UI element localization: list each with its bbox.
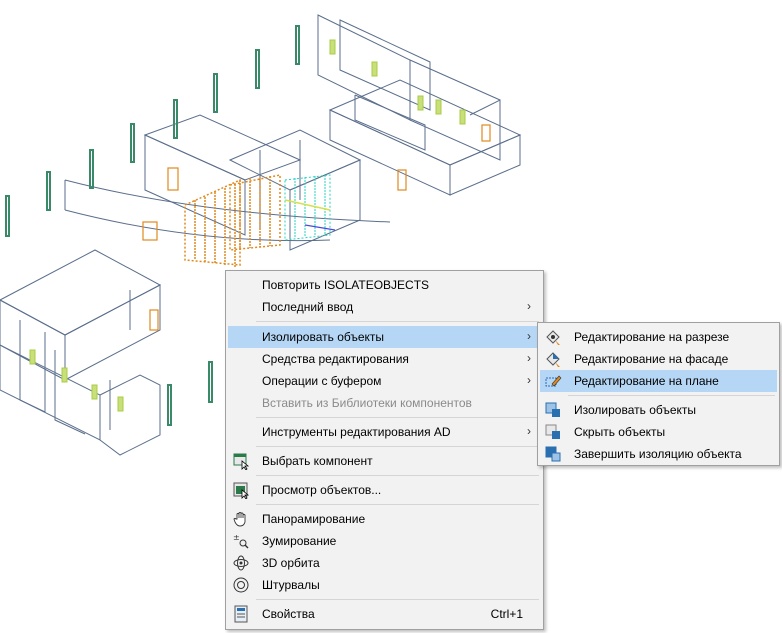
menu-item-label: 3D орбита [262,556,320,570]
menu-item-repeat-isolateobjects[interactable]: Повторить ISOLATEOBJECTS [228,274,541,296]
menu-item-label: Завершить изоляцию объекта [574,447,742,461]
menu-item-select-component[interactable]: Выбрать компонент [228,450,541,472]
menu-item-label: Повторить ISOLATEOBJECTS [262,278,430,292]
isolate-objects-icon [545,402,560,417]
menu-item-ad-editing-tools[interactable]: Инструменты редактирования AD › [228,421,541,443]
menu-item-label: Инструменты редактирования AD [262,425,451,439]
isolate-objects-submenu: Редактирование на разрезе Редактирование… [537,322,780,466]
menu-item-recent-input[interactable]: Последний ввод › [228,296,541,318]
submenu-arrow-icon: › [527,299,531,313]
menu-item-label: Операции с буфером [262,374,382,388]
menu-item-label: Редактирование на разрезе [574,330,730,344]
menu-item-isolate-objects[interactable]: Изолировать объекты › [228,326,541,348]
shortcut-label: Ctrl+1 [490,607,523,621]
submenu-item-isolate-objects[interactable]: Изолировать объекты [540,399,777,421]
menu-separator [256,321,539,322]
end-isolation-icon [545,446,561,462]
menu-item-clipboard-operations[interactable]: Операции с буфером › [228,370,541,392]
menu-separator [256,446,539,447]
menu-separator [256,475,539,476]
properties-icon [234,605,248,623]
menu-item-label: Средства редактирования [262,352,409,366]
menu-item-label: Зумирование [262,534,337,548]
submenu-arrow-icon: › [527,424,531,438]
svg-text:±: ± [233,533,240,542]
menu-item-steering-wheels[interactable]: Штурвалы [228,574,541,596]
menu-item-3d-orbit[interactable]: 3D орбита [228,552,541,574]
menu-separator [256,504,539,505]
select-component-icon [233,453,250,470]
menu-item-label: Вставить из Библиотеки компонентов [262,396,472,410]
menu-item-zoom[interactable]: ± Зумирование [228,530,541,552]
context-menu: Повторить ISOLATEOBJECTS Последний ввод … [225,270,544,630]
menu-item-label: Изолировать объекты [574,403,697,417]
submenu-item-hide-objects[interactable]: Скрыть объекты [540,421,777,443]
menu-item-label: Панорамирование [262,512,366,526]
submenu-arrow-icon: › [527,351,531,365]
menu-item-properties[interactable]: Свойства Ctrl+1 [228,603,541,625]
menu-item-editing-tools[interactable]: Средства редактирования › [228,348,541,370]
edit-in-section-icon [546,330,560,345]
menu-item-label: Просмотр объектов... [262,483,382,497]
submenu-arrow-icon: › [527,329,531,343]
menu-item-label: Последний ввод [262,300,354,314]
menu-item-label: Скрыть объекты [574,425,666,439]
submenu-item-edit-in-elevation[interactable]: Редактирование на фасаде [540,348,777,370]
zoom-icon: ± [233,533,249,549]
menu-item-label: Редактирование на фасаде [574,352,729,366]
steering-wheel-icon [233,577,249,593]
edit-in-plan-icon [545,375,562,387]
menu-item-label: Свойства [262,607,315,621]
menu-item-object-viewer[interactable]: Просмотр объектов... [228,479,541,501]
menu-item-label: Редактирование на плане [574,374,719,388]
menu-item-label: Изолировать объекты [262,330,385,344]
menu-item-insert-from-library: Вставить из Библиотеки компонентов [228,392,541,414]
pan-hand-icon [233,512,246,527]
submenu-item-end-isolation[interactable]: Завершить изоляцию объекта [540,443,777,465]
menu-separator [256,417,539,418]
menu-item-pan[interactable]: Панорамирование [228,508,541,530]
menu-item-label: Выбрать компонент [262,454,373,468]
edit-in-elevation-icon [546,352,560,367]
submenu-item-edit-in-plan[interactable]: Редактирование на плане [540,370,777,392]
orbit-3d-icon [233,555,249,571]
object-viewer-icon [233,482,250,499]
submenu-arrow-icon: › [527,373,531,387]
hide-objects-icon [545,424,560,439]
submenu-item-edit-in-section[interactable]: Редактирование на разрезе [540,326,777,348]
menu-item-label: Штурвалы [262,578,320,592]
menu-separator [568,395,775,396]
menu-separator [256,599,539,600]
